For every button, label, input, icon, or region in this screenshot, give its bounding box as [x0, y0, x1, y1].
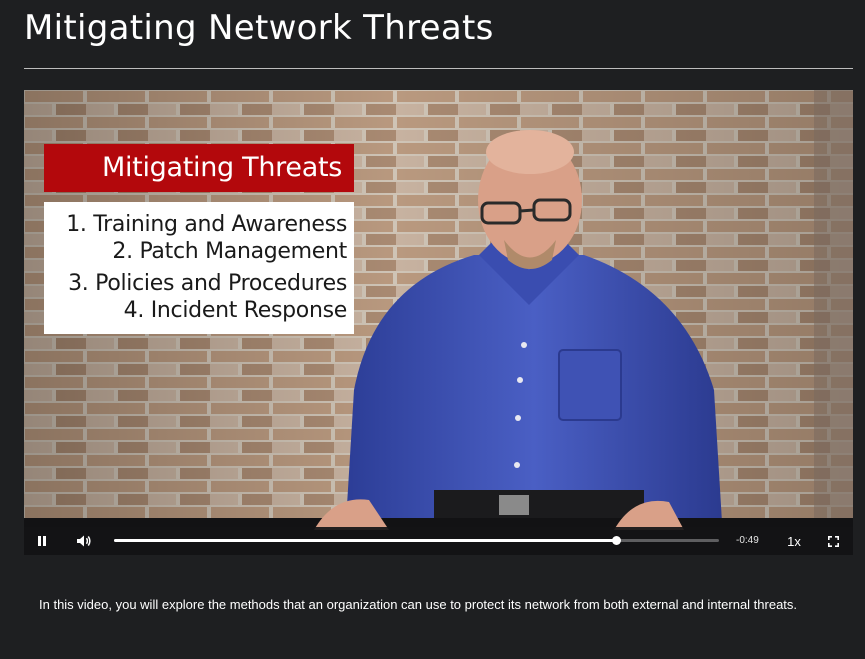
pause-icon — [38, 536, 46, 546]
time-remaining: -0:49 — [736, 535, 759, 546]
video-description: In this video, you will explore the meth… — [39, 597, 798, 612]
volume-icon — [77, 535, 91, 547]
progress-fill — [114, 539, 617, 542]
playback-speed-button[interactable]: 1x — [782, 527, 806, 555]
slide-list: 1. Training and Awareness 2. Patch Manag… — [44, 202, 354, 334]
slide-heading: Mitigating Threats — [44, 144, 354, 192]
slide-list-item: 1. Training and Awareness — [66, 212, 347, 237]
slide-group: 3. Policies and Procedures 4. Incident R… — [44, 270, 347, 324]
slide-group: 1. Training and Awareness 2. Patch Manag… — [44, 211, 347, 265]
slide-list-item: 3. Policies and Procedures — [68, 271, 347, 296]
slide-list-item: 2. Patch Management — [112, 239, 347, 264]
slide-list-item: 4. Incident Response — [123, 298, 348, 323]
progress-bar[interactable] — [114, 536, 719, 545]
volume-button[interactable] — [72, 527, 96, 555]
page-title: Mitigating Network Threats — [24, 8, 494, 48]
fullscreen-button[interactable] — [824, 527, 842, 555]
video-player[interactable]: Mitigating Threats 1. Training and Aware… — [24, 90, 853, 555]
video-page: Mitigating Network Threats Mitigating Th… — [0, 0, 865, 659]
video-control-bar: -0:49 1x — [24, 527, 853, 555]
pause-button[interactable] — [32, 527, 52, 555]
progress-handle[interactable] — [612, 536, 622, 545]
title-divider — [24, 68, 853, 69]
fullscreen-icon — [827, 535, 839, 547]
